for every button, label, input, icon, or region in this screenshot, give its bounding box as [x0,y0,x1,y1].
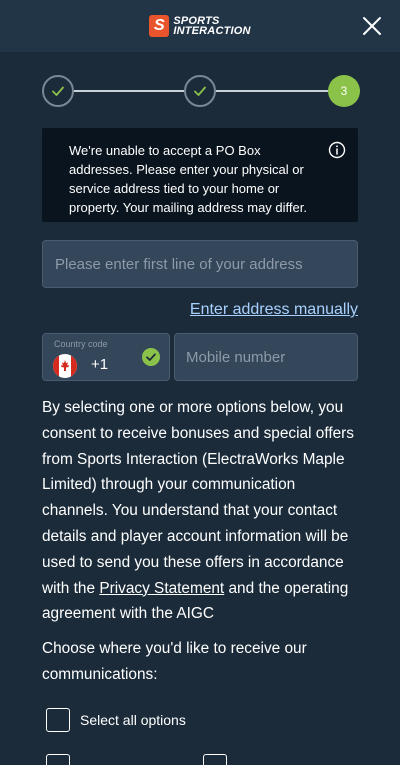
mobile-number-input[interactable] [174,333,358,381]
step-3: 3 [328,75,360,107]
select-all-label: Select all options [80,712,186,728]
country-code-select[interactable]: Country code +1 [42,333,170,381]
canada-flag-icon [53,354,77,378]
check-icon [52,86,64,96]
check-icon [194,86,206,96]
privacy-statement-link[interactable]: Privacy Statement [99,580,224,597]
dial-code: +1 [91,356,109,373]
option-checkbox[interactable] [203,754,227,765]
close-icon [363,17,381,35]
communications-prompt: Choose where you'd like to receive our c… [42,640,307,683]
step-1 [42,75,74,107]
info-icon[interactable] [328,141,346,159]
select-all-checkbox[interactable] [46,708,70,732]
select-all-option[interactable]: Select all options [46,708,186,732]
consent-text-before: By selecting one or more options below, … [42,399,354,597]
notice-text: We're unable to accept a PO Box addresse… [69,143,307,215]
check-circle-icon [142,348,160,366]
consent-text: By selecting one or more options below, … [42,395,362,627]
logo-line-2: Interaction [173,25,251,37]
address-input[interactable] [42,240,358,288]
po-box-notice: We're unable to accept a PO Box addresse… [42,128,358,222]
close-button[interactable] [360,14,384,38]
step-connector [74,90,184,92]
step-connector [216,90,328,92]
logo-mark: S [149,15,170,37]
header: S Sports Interaction [0,0,400,52]
sports-interaction-logo: S Sports Interaction [149,15,250,37]
progress-stepper: 3 [42,75,360,107]
enter-address-manually-link[interactable]: Enter address manually [190,301,358,319]
logo-text: Sports Interaction [173,16,251,37]
step-2 [184,75,216,107]
country-code-label: Country code [54,339,108,349]
option-checkbox[interactable] [46,754,70,765]
